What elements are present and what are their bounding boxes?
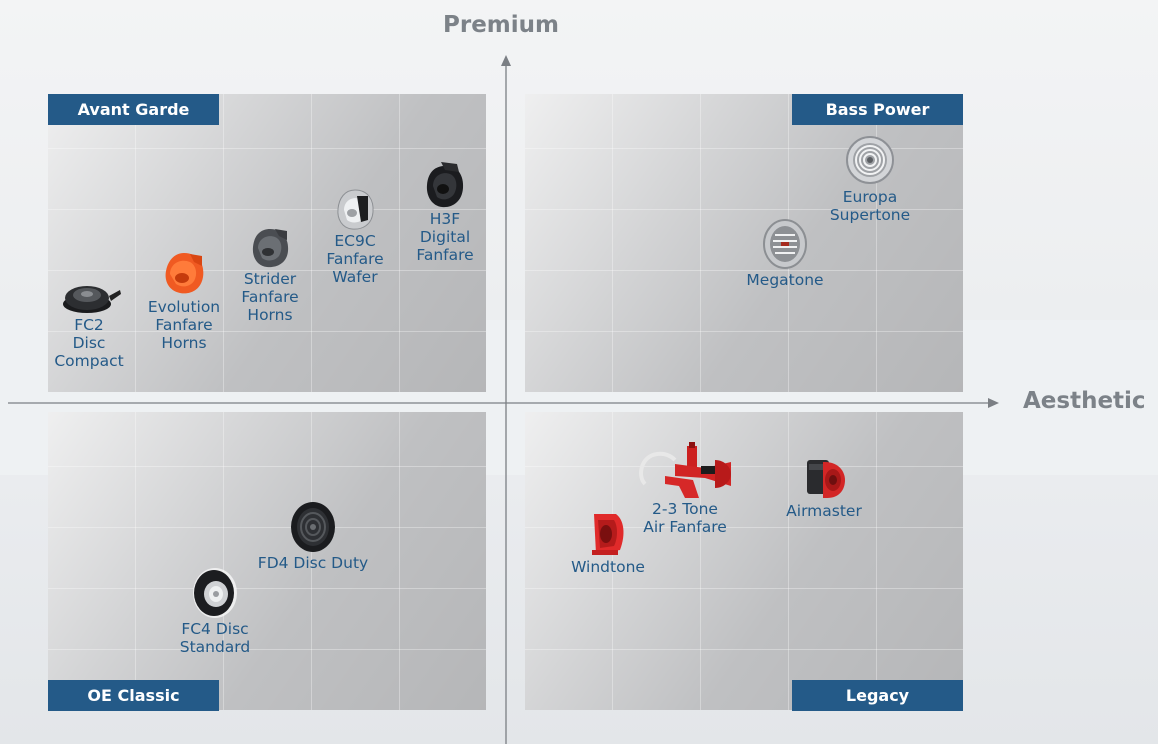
product-label-megatone: Megatone bbox=[746, 271, 824, 289]
black-disc-horn-icon bbox=[193, 568, 237, 618]
badge-bass-power: Bass Power bbox=[792, 94, 963, 125]
product-label-h3f: H3F Digital Fanfare bbox=[416, 210, 474, 264]
black-snail-horn-icon bbox=[426, 162, 464, 208]
product-label-airmaster: Airmaster bbox=[786, 502, 862, 520]
axis-title-premium: Premium bbox=[443, 12, 559, 38]
product-label-strider: Strider Fanfare Horns bbox=[241, 270, 299, 324]
product-fc4: FC4 Disc Standard bbox=[165, 566, 265, 656]
badge-legacy: Legacy bbox=[792, 680, 963, 711]
product-windtone: Windtone bbox=[560, 510, 656, 576]
horizontal-axis-arrowhead bbox=[988, 398, 999, 408]
chrome-grille-horn-icon bbox=[846, 136, 894, 184]
product-label-fc2: FC2 Disc Compact bbox=[54, 316, 124, 370]
axis-title-aesthetic: Aesthetic bbox=[1023, 388, 1146, 414]
gray-snail-horn-icon bbox=[252, 229, 289, 268]
product-megatone: Megatone bbox=[738, 215, 832, 289]
red-trumpet-horn-icon bbox=[592, 514, 624, 555]
red-compressor-horn-icon bbox=[807, 460, 845, 498]
disc-horn-icon bbox=[63, 286, 121, 313]
product-airmaster: Airmaster bbox=[775, 452, 873, 520]
chrome-wafer-horn-icon bbox=[337, 189, 374, 230]
product-label-europa: Europa Supertone bbox=[829, 188, 911, 224]
product-fd4: FD4 Disc Duty bbox=[251, 500, 375, 572]
product-label-evolution: Evolution Fanfare Horns bbox=[147, 298, 221, 352]
badge-avant-garde: Avant Garde bbox=[48, 94, 219, 125]
product-label-fd4: FD4 Disc Duty bbox=[257, 554, 369, 572]
product-evolution: Evolution Fanfare Horns bbox=[140, 250, 228, 352]
vertical-axis-arrowhead bbox=[501, 55, 511, 66]
product-h3f: H3F Digital Fanfare bbox=[405, 160, 485, 264]
black-disc-horn-icon bbox=[291, 502, 335, 552]
badge-oe-classic: OE Classic bbox=[48, 680, 219, 711]
product-label-ec9c: EC9C Fanfare Wafer bbox=[326, 232, 384, 286]
product-strider: Strider Fanfare Horns bbox=[227, 226, 313, 324]
product-label-fc4: FC4 Disc Standard bbox=[179, 620, 251, 656]
chrome-grille-horn-icon bbox=[763, 219, 807, 269]
red-air-trumpets-icon bbox=[639, 442, 731, 498]
orange-snail-horn-icon bbox=[165, 253, 204, 294]
product-europa: Europa Supertone bbox=[820, 132, 920, 224]
product-fc2: FC2 Disc Compact bbox=[44, 276, 134, 370]
product-label-windtone: Windtone bbox=[571, 558, 645, 576]
product-ec9c: EC9C Fanfare Wafer bbox=[314, 188, 396, 286]
